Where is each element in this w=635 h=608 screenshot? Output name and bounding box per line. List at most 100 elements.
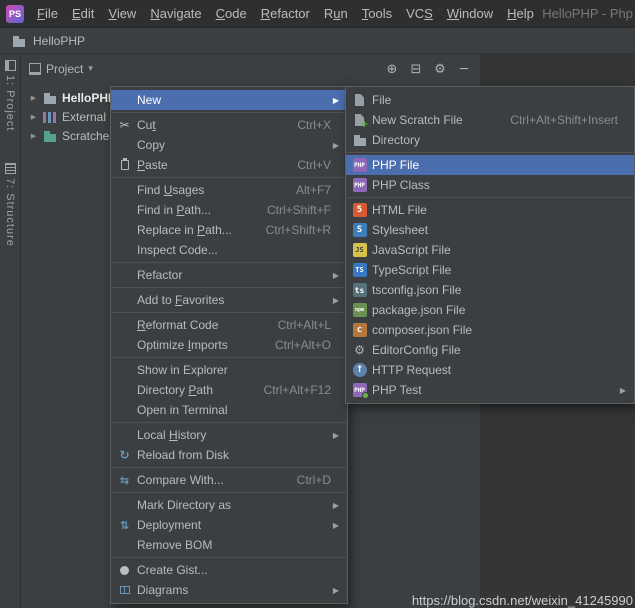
menu-item-copy[interactable]: Copy▶: [111, 135, 347, 155]
menu-item-directory-path[interactable]: Directory PathCtrl+Alt+F12: [111, 380, 347, 400]
menubar-item-code[interactable]: Code: [209, 3, 254, 24]
menu-item-gutter: [349, 342, 370, 358]
menu-item-gutter: [114, 472, 135, 488]
menu-item-php-test[interactable]: PHP Test▶: [346, 380, 634, 400]
menu-item-label: Optimize Imports: [137, 338, 228, 352]
menu-item-http-request[interactable]: HTTP Request: [346, 360, 634, 380]
submenu-arrow-icon: ▶: [333, 521, 341, 530]
menu-item-label: File: [372, 93, 391, 107]
menu-item-refactor[interactable]: Refactor▶: [111, 265, 347, 285]
menu-item-stylesheet[interactable]: Stylesheet: [346, 220, 634, 240]
project-panel-title[interactable]: Project: [46, 62, 83, 76]
menu-item-file[interactable]: File: [346, 90, 634, 110]
tool-window-button-structure[interactable]: 7: Structure: [0, 157, 20, 247]
tool-window-button-project[interactable]: 1: Project: [0, 54, 20, 131]
menu-item-gutter: [114, 582, 135, 598]
menu-item-php-file[interactable]: PHP File: [346, 155, 634, 175]
menu-item-label: Remove BOM: [137, 538, 212, 552]
menu-item-shortcut: Ctrl+Alt+L: [278, 318, 341, 332]
menubar-item-refactor[interactable]: Refactor: [254, 3, 317, 24]
menu-item-php-class[interactable]: PHP Class: [346, 175, 634, 195]
menu-item-reformat-code[interactable]: Reformat CodeCtrl+Alt+L: [111, 315, 347, 335]
menu-item-gutter: [114, 202, 135, 218]
menu-bar: PS FileEditViewNavigateCodeRefactorRunTo…: [0, 0, 635, 28]
tree-item-label: HelloPHP: [62, 91, 116, 105]
menu-item-javascript-file[interactable]: JavaScript File: [346, 240, 634, 260]
menu-item-mark-directory-as[interactable]: Mark Directory as▶: [111, 495, 347, 515]
menu-item-new-scratch-file[interactable]: New Scratch FileCtrl+Alt+Shift+Insert: [346, 110, 634, 130]
menu-item-composer-json-file[interactable]: composer.json File: [346, 320, 634, 340]
menubar-item-help[interactable]: Help: [500, 3, 541, 24]
menu-item-label: EditorConfig File: [372, 343, 461, 357]
menu-item-remove-bom[interactable]: Remove BOM: [111, 535, 347, 555]
project-panel-header: Project ▾ ⊕⊟⚙─: [21, 54, 480, 84]
menu-item-paste[interactable]: PasteCtrl+V: [111, 155, 347, 175]
chevron-down-icon[interactable]: ▾: [88, 64, 93, 74]
menu-item-compare-with[interactable]: Compare With...Ctrl+D: [111, 470, 347, 490]
menu-separator: [112, 287, 346, 288]
diagrams-icon: [118, 583, 132, 597]
menubar-item-window[interactable]: Window: [440, 3, 500, 24]
scratches-icon: [43, 129, 57, 143]
menu-item-gutter: [114, 537, 135, 553]
menu-item-reload-from-disk[interactable]: Reload from Disk: [111, 445, 347, 465]
menubar-item-run[interactable]: Run: [317, 3, 355, 24]
deployment-icon: [118, 518, 132, 532]
cut-icon: [118, 118, 132, 132]
hide-panel-icon[interactable]: ─: [452, 62, 476, 77]
breadcrumb-project[interactable]: HelloPHP: [33, 34, 85, 48]
menubar-item-tools[interactable]: Tools: [355, 3, 399, 24]
menubar-item-navigate[interactable]: Navigate: [143, 3, 208, 24]
menu-item-label: Directory: [372, 133, 420, 147]
menu-item-find-usages[interactable]: Find UsagesAlt+F7: [111, 180, 347, 200]
menu-item-label: Find Usages: [137, 183, 204, 197]
chevron-right-icon[interactable]: ▶: [29, 113, 38, 121]
menu-item-diagrams[interactable]: Diagrams▶: [111, 580, 347, 600]
menu-item-editorconfig-file[interactable]: EditorConfig File: [346, 340, 634, 360]
menu-separator: [347, 152, 633, 153]
menubar-item-label: Help: [507, 6, 534, 21]
menu-item-label: HTML File: [372, 203, 427, 217]
scratch-file-icon: [353, 113, 367, 127]
menu-item-inspect-code[interactable]: Inspect Code...: [111, 240, 347, 260]
menu-item-show-in-explorer[interactable]: Show in Explorer: [111, 360, 347, 380]
menu-item-gutter: [349, 302, 370, 318]
tool-window-label-structure: 7: Structure: [4, 178, 16, 247]
menu-item-create-gist[interactable]: Create Gist...: [111, 560, 347, 580]
menubar-item-edit[interactable]: Edit: [65, 3, 101, 24]
new-submenu: File New Scratch FileCtrl+Alt+Shift+Inser…: [345, 86, 635, 404]
menu-item-find-in-path[interactable]: Find in Path...Ctrl+Shift+F: [111, 200, 347, 220]
menubar-item-view[interactable]: View: [101, 3, 143, 24]
chevron-right-icon[interactable]: ▶: [29, 94, 38, 102]
menu-item-gutter: [349, 92, 370, 108]
menu-item-new[interactable]: New▶: [111, 90, 347, 110]
menu-item-optimize-imports[interactable]: Optimize ImportsCtrl+Alt+O: [111, 335, 347, 355]
menu-item-replace-in-path[interactable]: Replace in Path...Ctrl+Shift+R: [111, 220, 347, 240]
tool-window-label-project: 1: Project: [4, 75, 16, 131]
menu-item-deployment[interactable]: Deployment▶: [111, 515, 347, 535]
chevron-right-icon[interactable]: ▶: [29, 132, 38, 140]
menu-item-local-history[interactable]: Local History▶: [111, 425, 347, 445]
menu-item-directory[interactable]: Directory: [346, 130, 634, 150]
menu-item-package-json-file[interactable]: package.json File: [346, 300, 634, 320]
locate-icon[interactable]: ⊕: [380, 62, 404, 77]
menu-item-label: Stylesheet: [372, 223, 428, 237]
menu-item-gutter: [114, 402, 135, 418]
composer-json-icon: [353, 323, 367, 337]
menu-separator: [112, 422, 346, 423]
menu-item-cut[interactable]: CutCtrl+X: [111, 115, 347, 135]
menu-item-label: PHP Class: [372, 178, 430, 192]
menubar-item-vcs[interactable]: VCS: [399, 3, 440, 24]
menubar-item-file[interactable]: File: [30, 3, 65, 24]
settings-gear-icon[interactable]: ⚙: [428, 62, 452, 77]
menu-item-open-in-terminal[interactable]: Open in Terminal: [111, 400, 347, 420]
menu-item-label: Show in Explorer: [137, 363, 228, 377]
menu-item-gutter: [349, 222, 370, 238]
menu-separator: [112, 312, 346, 313]
menu-item-add-to-favorites[interactable]: Add to Favorites▶: [111, 290, 347, 310]
menu-item-tsconfig-json-file[interactable]: tsconfig.json File: [346, 280, 634, 300]
menu-item-typescript-file[interactable]: TypeScript File: [346, 260, 634, 280]
collapse-all-icon[interactable]: ⊟: [404, 62, 428, 77]
menu-item-html-file[interactable]: HTML File: [346, 200, 634, 220]
menu-item-label: Replace in Path...: [137, 223, 232, 237]
